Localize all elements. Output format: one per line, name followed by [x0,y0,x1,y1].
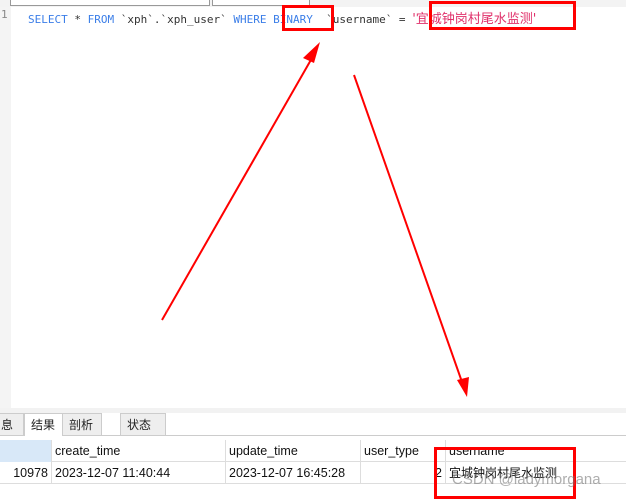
result-tabs: 息 结果 1 剖析 状态 [0,413,626,454]
tab-profile[interactable]: 剖析 [63,413,102,435]
arrow-head-binary [303,42,320,63]
column-header-create-time[interactable]: create_time [52,440,226,462]
cell-update-time[interactable]: 2023-12-07 16:45:28 [226,462,361,484]
tab-status[interactable]: 状态 [120,413,166,435]
watermark: CSDN @ladymorgana [452,471,601,488]
cell-id[interactable]: 10978 [0,462,52,484]
column-header-id[interactable] [0,440,52,462]
arrow-head-result [457,377,469,397]
arrow-line-binary [161,57,313,321]
tab-result-1[interactable]: 结果 1 [24,413,63,454]
tab-message[interactable]: 息 [0,413,24,435]
column-header-update-time[interactable]: update_time [226,440,361,462]
arrow-line-result [353,74,463,383]
cell-create-time[interactable]: 2023-12-07 11:40:44 [52,462,226,484]
